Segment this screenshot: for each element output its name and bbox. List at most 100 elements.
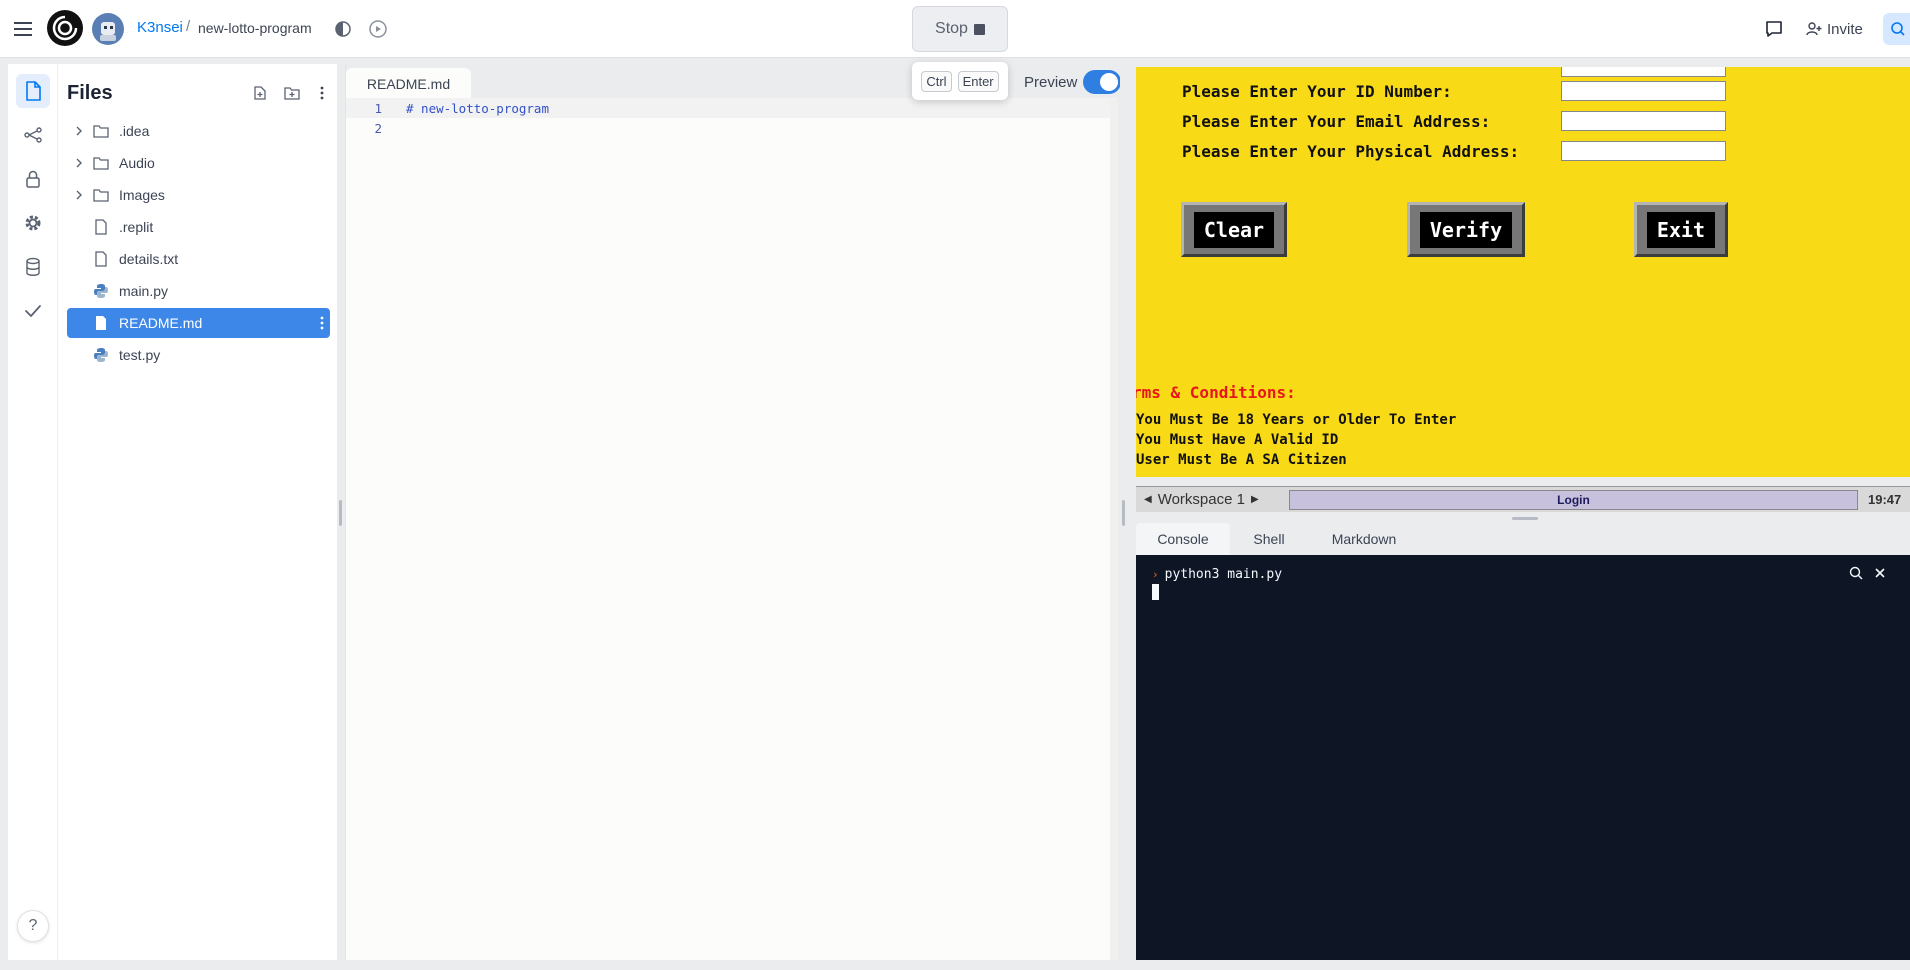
files-tool-icon[interactable]	[16, 74, 50, 108]
files-resize-handle[interactable]	[339, 500, 342, 526]
prompt-arrow-icon: ›	[1152, 568, 1159, 581]
tree-item-label: test.py	[119, 347, 161, 363]
pane-divider[interactable]	[1120, 64, 1128, 960]
tab-readme[interactable]: README.md	[346, 68, 471, 100]
lock-secrets-icon[interactable]	[16, 162, 50, 196]
tree-item-images-folder[interactable]: Images	[67, 180, 330, 210]
left-rail: ?	[8, 64, 57, 960]
stop-button[interactable]: Stop	[912, 6, 1008, 52]
console-tabstrip: Console Shell Markdown	[1136, 523, 1910, 555]
user-link[interactable]: K3nsei	[137, 19, 183, 36]
name-input[interactable]	[1561, 67, 1726, 77]
line-number: 2	[374, 120, 382, 136]
repl-name[interactable]: new-lotto-program	[198, 20, 312, 36]
address-input[interactable]	[1561, 141, 1726, 161]
task-login[interactable]: Login	[1289, 489, 1858, 510]
id-input[interactable]	[1561, 81, 1726, 101]
tree-item-details-file[interactable]: details.txt	[67, 244, 330, 274]
console-command: python3 main.py	[1164, 567, 1283, 582]
file-icon	[95, 219, 107, 235]
replit-workspace: K3nsei / new-lotto-program Stop Invite ?…	[0, 0, 1910, 970]
tree-item-test-py[interactable]: test.py	[67, 340, 330, 370]
terms-heading: rms & Conditions:	[1136, 383, 1296, 402]
tree-item-label: .replit	[119, 219, 154, 235]
console-output[interactable]: › python3 main.py	[1136, 555, 1910, 960]
hamburger-menu-icon[interactable]	[12, 18, 36, 40]
kbd-enter: Enter	[957, 70, 999, 92]
tree-item-replit-file[interactable]: .replit	[67, 212, 330, 242]
preview-label: Preview	[1024, 74, 1078, 91]
workspace-taskbar: ◀ Workspace 1 ▶ Login 19:47	[1136, 486, 1910, 512]
clear-label: Clear	[1193, 211, 1275, 248]
new-file-icon[interactable]	[249, 82, 271, 104]
files-title: Files	[67, 82, 113, 104]
id-label: Please Enter Your ID Number:	[1182, 81, 1452, 101]
invite-label: Invite	[1827, 20, 1863, 38]
workspace-label: Workspace 1	[1157, 491, 1245, 508]
git-icon[interactable]	[16, 118, 50, 152]
shortcut-tooltip: Ctrl Enter	[912, 62, 1008, 100]
taskbar-clock: 19:47	[1868, 492, 1902, 507]
gear-icon[interactable]	[16, 206, 50, 240]
file-icon	[95, 251, 107, 267]
tab-console[interactable]: Console	[1136, 523, 1230, 555]
file-icon	[96, 316, 106, 330]
top-bar: K3nsei / new-lotto-program Stop Invite	[0, 0, 1910, 58]
history-icon[interactable]	[367, 18, 389, 40]
tab-shell[interactable]: Shell	[1230, 523, 1308, 555]
caret-left-icon[interactable]: ◀	[1144, 494, 1152, 505]
chevron-right-icon	[76, 190, 82, 200]
search-button[interactable]	[1883, 13, 1910, 45]
chat-icon[interactable]	[1763, 18, 1785, 40]
workspace-switcher[interactable]: ◀ Workspace 1 ▶	[1136, 491, 1289, 508]
tree-item-label: Audio	[119, 155, 155, 171]
tab-markdown[interactable]: Markdown	[1308, 523, 1420, 555]
invite-button[interactable]: Invite	[1800, 13, 1874, 45]
exit-button[interactable]: Exit	[1634, 202, 1728, 257]
console-search-icon[interactable]	[1848, 565, 1864, 581]
tree-item-main-py[interactable]: main.py	[67, 276, 330, 306]
clear-button[interactable]: Clear	[1181, 202, 1287, 257]
address-label: Please Enter Your Physical Address:	[1182, 141, 1520, 161]
exit-label: Exit	[1646, 211, 1716, 248]
tree-item-readme-file[interactable]: README.md	[67, 308, 330, 338]
console-prompt: › python3 main.py	[1152, 567, 1282, 582]
database-icon[interactable]	[16, 250, 50, 284]
console-resize-grip[interactable]	[1512, 517, 1538, 520]
console-cursor	[1152, 584, 1159, 600]
editor-scrollbar[interactable]	[1110, 100, 1118, 960]
tree-item-label: README.md	[119, 315, 203, 331]
console-clear-icon[interactable]	[1872, 565, 1888, 581]
files-pane: Files .idea Audio Images .replit details…	[57, 64, 337, 960]
search-icon	[1891, 22, 1905, 36]
verify-button[interactable]: Verify	[1407, 202, 1525, 257]
kbd-ctrl: Ctrl	[921, 70, 952, 92]
preview-toggle[interactable]	[1083, 70, 1121, 94]
breadcrumb-separator: /	[186, 18, 191, 35]
code-line[interactable]: 1 # new-lotto-program	[346, 98, 1118, 118]
avatar[interactable]	[92, 13, 124, 45]
terms-item: User Must Be A SA Citizen	[1136, 452, 1347, 468]
divider-grip[interactable]	[1122, 500, 1125, 526]
tree-item-audio-folder[interactable]: Audio	[67, 148, 330, 178]
item-more-icon[interactable]	[320, 315, 324, 331]
new-folder-icon[interactable]	[281, 82, 303, 104]
nix-environment-icon[interactable]	[333, 19, 353, 39]
app-output-window[interactable]: Please Enter Your ID Number: Please Ente…	[1136, 67, 1910, 477]
code-line[interactable]: 2	[346, 118, 1118, 138]
tree-item-idea-folder[interactable]: .idea	[67, 116, 330, 146]
email-label: Please Enter Your Email Address:	[1182, 111, 1491, 131]
python-icon	[94, 284, 108, 298]
caret-right-icon[interactable]: ▶	[1251, 494, 1259, 505]
code-text: # new-lotto-program	[406, 100, 549, 116]
chevron-right-icon	[76, 126, 82, 136]
files-more-icon[interactable]	[311, 82, 333, 104]
verify-label: Verify	[1419, 211, 1513, 248]
help-button[interactable]: ?	[17, 910, 49, 942]
email-input[interactable]	[1561, 111, 1726, 131]
checkmark-icon[interactable]	[16, 294, 50, 328]
replit-logo-icon[interactable]	[47, 10, 83, 46]
terms-item: You Must Be 18 Years or Older To Enter	[1136, 412, 1457, 428]
bottom-strip	[0, 960, 1910, 970]
tree-item-label: details.txt	[119, 251, 179, 267]
